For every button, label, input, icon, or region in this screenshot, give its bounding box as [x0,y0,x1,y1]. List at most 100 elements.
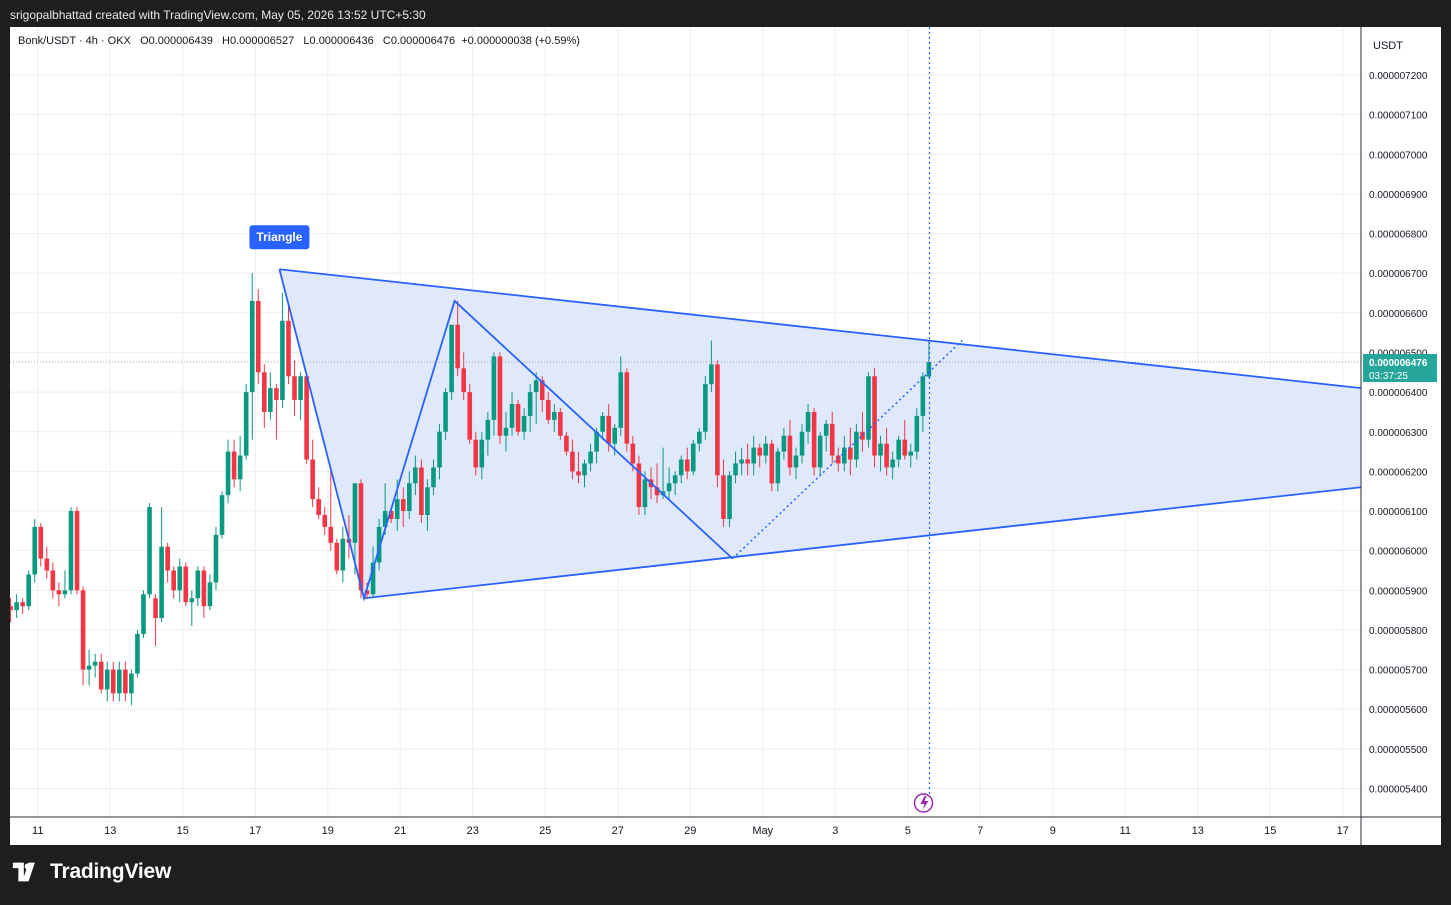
candle-body [515,404,521,432]
candle [207,574,213,611]
candle-body [407,483,412,512]
candle-body [26,574,31,607]
candle-body [751,447,756,464]
chart-frame[interactable]: Triangle USDT 0.000007200 0.000007100 0.0000… [10,27,1441,845]
legend-high: 0.000006527 [229,35,295,47]
candle [286,304,291,385]
candle-body [787,435,793,468]
candle-body [727,475,732,519]
candle-body [141,594,146,634]
time-tick-label: 23 [467,825,479,837]
candle [147,503,152,599]
candle [189,590,195,626]
candle-body [171,570,176,591]
candle-body [914,415,920,452]
candle [304,372,309,464]
candle-body [618,372,624,428]
candle-body [286,320,291,377]
tradingview-brand: TradingView [12,860,171,884]
price-tick-label: 0.000006000 [1369,547,1428,558]
candle [86,649,92,686]
candle [292,360,297,416]
price-tick-label: 0.000005900 [1369,586,1428,597]
time-axis: 11 13 15 17 19 21 23 25 27 29 May 3 5 7 9 11 13 15 17 [32,825,1349,837]
candle [872,368,877,468]
candle-body [243,392,249,456]
candle [171,566,176,599]
candle [558,407,563,440]
price-tick-label: 0.000007200 [1369,71,1428,82]
candle-body [485,419,491,440]
candle [219,491,225,539]
candle [165,542,170,583]
price-tick-label: 0.000007000 [1369,150,1428,161]
candle [50,562,56,599]
candle-body [123,669,128,694]
candle-body [521,415,527,432]
candle [237,435,243,492]
candle-body [219,495,225,535]
candle-body [56,590,62,595]
price-tick-label: 0.000006200 [1369,467,1428,478]
time-tick-label: 21 [394,825,406,837]
candle-body [630,443,636,464]
candle [715,360,720,488]
candle-body [697,431,702,444]
price-tick-label: 0.000005700 [1369,666,1428,677]
candle-body [135,633,140,674]
candle-body [159,546,164,619]
candle-body [298,376,303,401]
price-tick-label: 0.000006400 [1369,388,1428,399]
time-tick-label: 9 [1050,825,1056,837]
candle [624,368,630,452]
candle-body [509,404,515,428]
candle-body [213,534,219,583]
candle-body [672,475,678,484]
candle-body [328,526,334,543]
price-tick-label: 0.000006800 [1369,230,1428,241]
candle-body [38,526,44,559]
candle-body [775,451,781,484]
candle-body [793,455,799,468]
candle [92,653,98,678]
candle-body [165,546,170,571]
legend-open-label: O [140,35,149,47]
candle [195,566,201,607]
candle-body [207,582,213,607]
candle [497,352,503,444]
candle [249,273,255,440]
candle-body [624,372,630,444]
price-tick-label: 0.000005400 [1369,785,1428,796]
candle-body [715,364,720,476]
candle [141,590,146,638]
candle-body [479,439,485,468]
candle [225,439,231,504]
candle-body [92,661,98,666]
candle-body [400,499,406,512]
candle-body [195,570,201,599]
time-tick-label: 19 [322,825,334,837]
candle-body [829,423,835,456]
candle-body [10,606,13,611]
last-price-label: 0.000006476 [1369,358,1428,369]
candle-body [612,427,618,444]
candle [153,594,158,646]
candle-body [358,483,364,591]
price-tick-label: 0.000005600 [1369,705,1428,716]
candle [62,570,68,599]
legend-close: 0.000006476 [390,35,456,47]
candle [310,439,315,508]
candle-body [249,300,255,393]
time-tick-label: 17 [1337,825,1349,837]
candlestick-chart[interactable]: Triangle USDT 0.000007200 0.000007100 0.0000… [10,27,1441,845]
candle-body [854,431,859,460]
candle-body [274,388,279,401]
tradingview-logo-icon [12,862,35,882]
candle-body [310,459,315,500]
candle-body [44,558,50,571]
candle-body [817,435,823,468]
candle-body [352,483,358,543]
candle [213,526,219,591]
candle-body [189,598,195,603]
candle [117,661,122,702]
